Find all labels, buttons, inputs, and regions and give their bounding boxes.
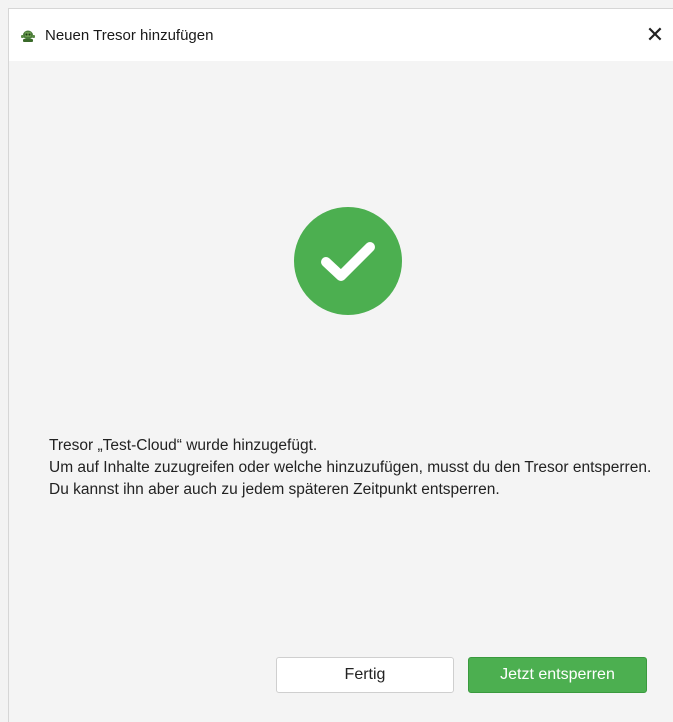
- window-title: Neuen Tresor hinzufügen: [45, 27, 214, 44]
- cryptomator-bot-icon: [20, 28, 36, 44]
- unlock-hint-text: Um auf Inhalte zuzugreifen oder welche h…: [49, 459, 652, 498]
- checkmark-circle-icon: [293, 206, 403, 316]
- confirmation-message: Tresor „Test-Cloud“ wurde hinzugefügt. U…: [49, 435, 659, 501]
- done-button[interactable]: Fertig: [276, 657, 454, 693]
- close-button[interactable]: ✕: [637, 19, 673, 51]
- close-icon: ✕: [645, 22, 665, 48]
- title-bar: Neuen Tresor hinzufügen ✕: [9, 9, 673, 61]
- add-vault-dialog: Neuen Tresor hinzufügen ✕ Tresor „Test-C…: [8, 8, 673, 722]
- unlock-now-button[interactable]: Jetzt entsperren: [468, 657, 647, 693]
- vault-added-text: Tresor „Test-Cloud“ wurde hinzugefügt.: [49, 437, 318, 454]
